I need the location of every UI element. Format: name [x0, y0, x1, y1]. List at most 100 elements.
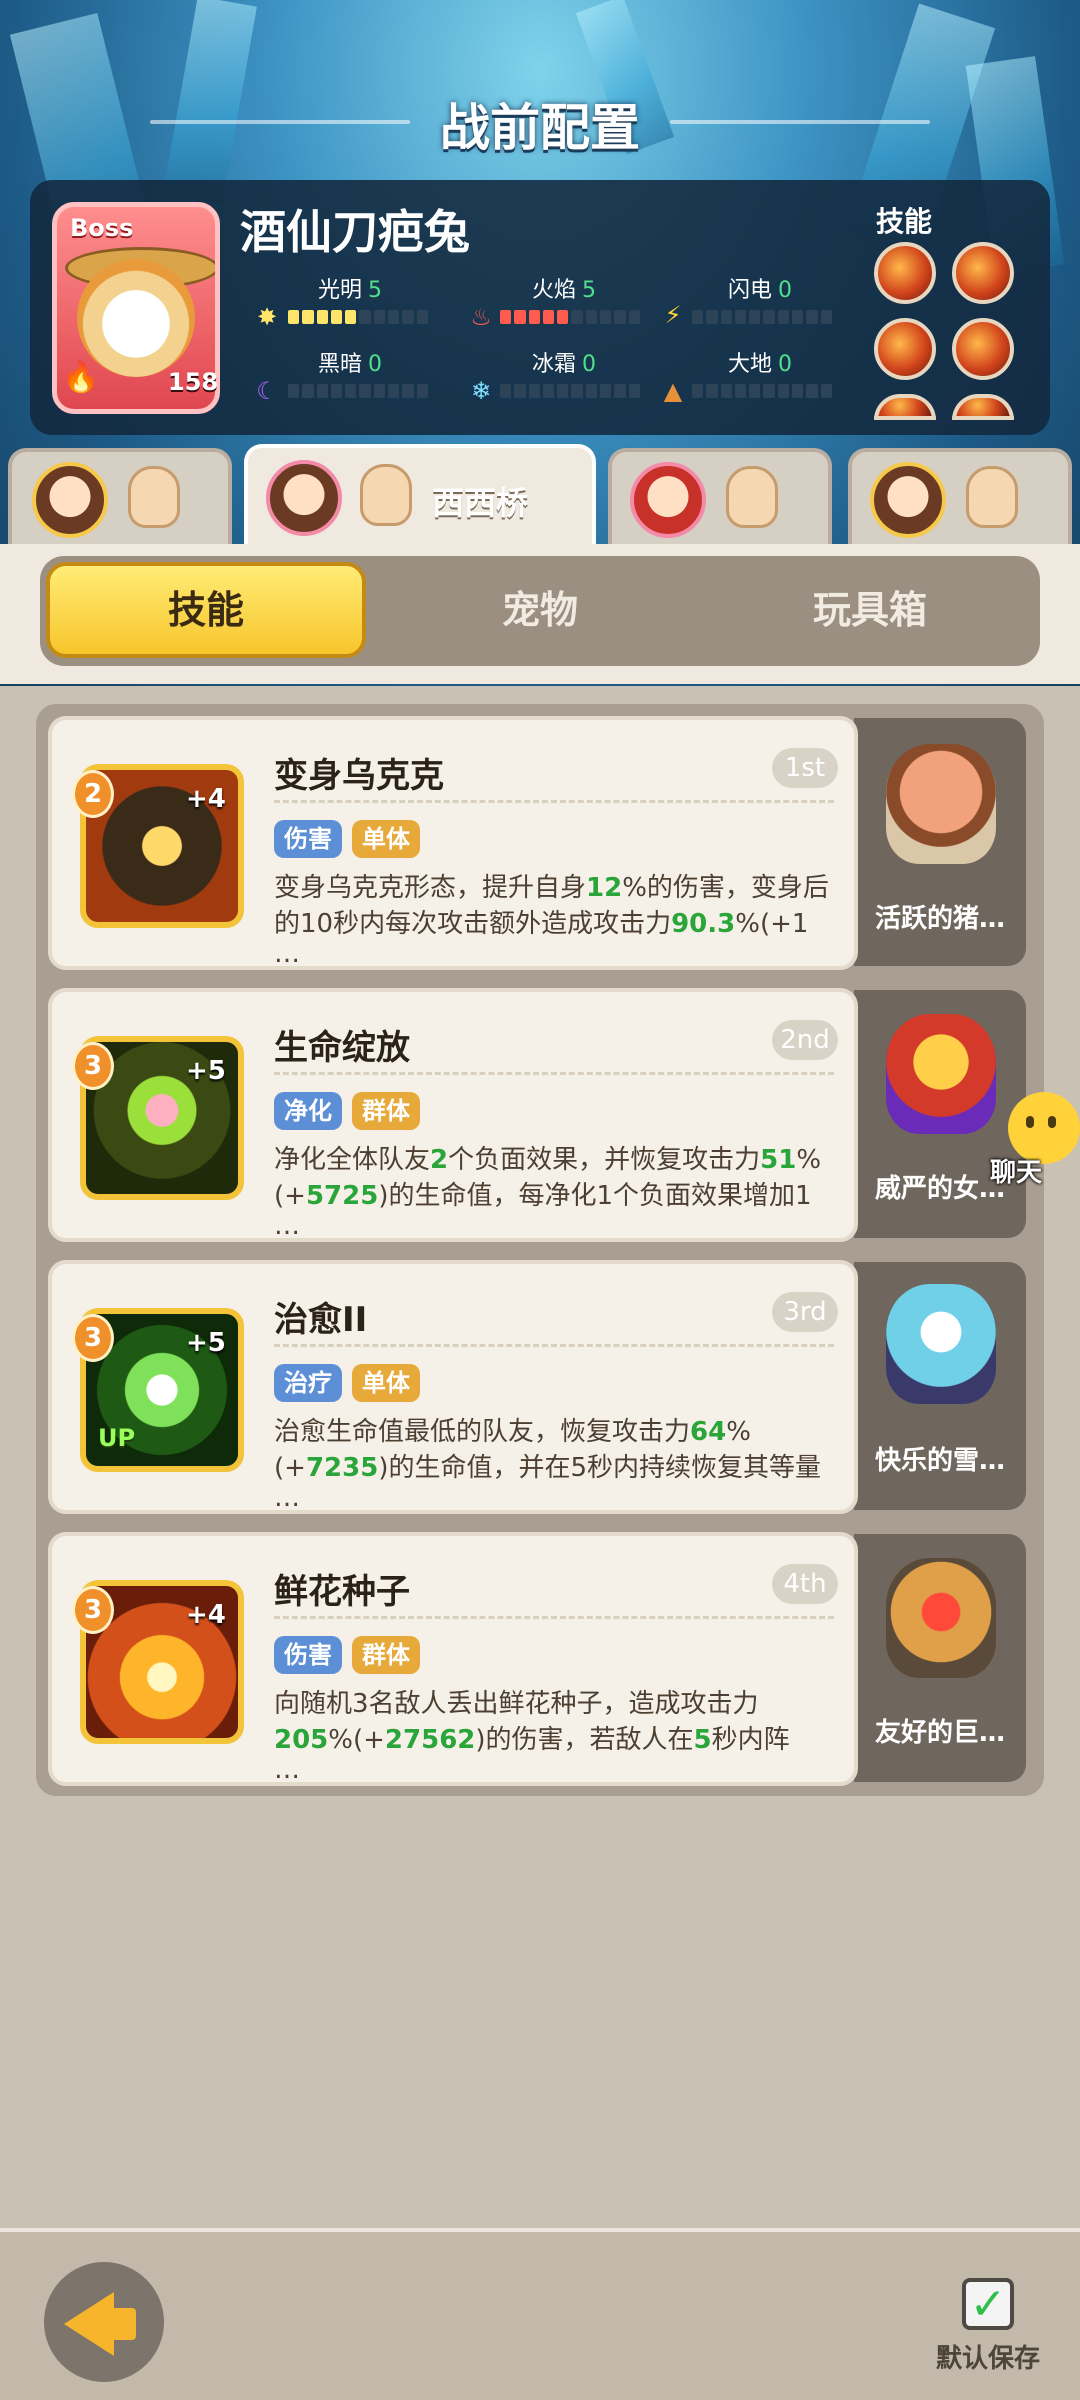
tab-skills[interactable]: 技能: [46, 562, 366, 658]
element-value: 5: [368, 278, 383, 303]
element-label: 火焰: [532, 278, 577, 303]
desc-text: %(+: [328, 1725, 385, 1755]
skill-plus: +5: [186, 1328, 226, 1358]
pointing-hand-icon: [966, 466, 1018, 528]
element-stat-earth: 大地 0: [728, 346, 792, 378]
desc-value: 27562: [384, 1725, 476, 1755]
element-bar-light: [288, 310, 428, 324]
desc-text: 变身乌克克形态，提升自身: [274, 873, 587, 903]
element-value: 0: [582, 352, 597, 377]
chat-label[interactable]: 聊天: [990, 1152, 1042, 1189]
back-arrow-icon: [64, 2292, 114, 2356]
boss-skill-orb-2[interactable]: [952, 242, 1014, 304]
element-bar-earth: [692, 384, 832, 398]
chat-eye-right: [1048, 1116, 1056, 1128]
team-slot-1[interactable]: [8, 448, 232, 546]
boss-badge: Boss: [70, 214, 134, 242]
giant-pet-icon: [886, 1558, 996, 1678]
desc-ellipsis: …: [274, 1211, 300, 1241]
boss-skill-orb-1[interactable]: [874, 242, 936, 304]
desc-value: 90.3: [671, 909, 736, 939]
desc-text: )的生命值，每净化1个负面效果增加1: [378, 1181, 812, 1211]
desc-text: 向随机3名敌人丢出鲜花种子，造成攻击力: [274, 1689, 759, 1719]
snowflake-icon: ❄: [470, 377, 492, 405]
skill-tags: 伤害 单体: [274, 820, 420, 858]
mountain-icon: ▲: [663, 377, 683, 405]
skill-level-badge: 3: [72, 1314, 114, 1362]
skill-description: 净化全体队友2个负面效果，并恢复攻击力51%(+5725)的生命值，每净化1个负…: [274, 1142, 834, 1214]
skill-tag: 单体: [352, 820, 420, 858]
divider: [274, 800, 834, 803]
desc-text: 净化全体队友: [274, 1145, 431, 1175]
element-stat-dark: 黑暗 0: [318, 346, 382, 378]
element-value: 0: [778, 278, 793, 303]
skill-tags: 治疗 单体: [274, 1364, 420, 1402]
element-stat-fire: 火焰 5: [532, 272, 596, 304]
pet-name: 活跃的猪…: [874, 904, 1005, 934]
desc-text: 治愈生命值最低的队友，恢复攻击力: [274, 1417, 691, 1447]
upgrade-label: UP: [98, 1424, 136, 1452]
active-hero-name: 西西桥: [432, 484, 529, 522]
skill-tag: 群体: [352, 1092, 420, 1130]
boar-pet-icon: [886, 744, 996, 864]
divider: [274, 1616, 834, 1619]
chat-eye-left: [1026, 1116, 1034, 1128]
boss-skill-orb-3[interactable]: [874, 318, 936, 380]
boss-skills-label: 技能: [876, 205, 933, 238]
skill-description: 治愈生命值最低的队友，恢复攻击力64%(+7235)的生命值，并在5秒内持续恢复…: [274, 1414, 834, 1486]
desc-value: 64: [690, 1417, 727, 1447]
skill-tag: 群体: [352, 1636, 420, 1674]
fire-icon: ♨: [470, 303, 492, 331]
team-slot-2-active[interactable]: [244, 444, 596, 550]
skill-plus: +4: [186, 784, 226, 814]
desc-value: 12: [586, 873, 623, 903]
default-save-checkbox[interactable]: ✓: [962, 2278, 1014, 2330]
skill-tag: 净化: [274, 1092, 342, 1130]
skill-name: 生命绽放: [274, 1028, 410, 1068]
hero-avatar: [266, 460, 342, 536]
skill-tags: 伤害 群体: [274, 1636, 420, 1674]
divider: [274, 1072, 834, 1075]
skill-level-badge: 3: [72, 1042, 114, 1090]
skill-name: 治愈II: [274, 1300, 368, 1340]
tab-pets[interactable]: 宠物: [380, 562, 700, 658]
desc-ellipsis: …: [274, 1483, 300, 1513]
pointing-hand-icon: [726, 466, 778, 528]
back-arrow-tail: [108, 2308, 136, 2340]
desc-text: 个负面效果，并恢复攻击力: [448, 1145, 761, 1175]
element-value: 0: [778, 352, 793, 377]
element-label: 大地: [728, 352, 773, 377]
desc-value: 51: [760, 1145, 797, 1175]
default-save-label[interactable]: 默认保存: [936, 2338, 1040, 2375]
skill-tag: 治疗: [274, 1364, 342, 1402]
hero-avatar: [870, 462, 946, 538]
tab-toybox[interactable]: 玩具箱: [710, 562, 1030, 658]
hero-avatar: [32, 462, 108, 538]
boss-skill-orb-4[interactable]: [952, 318, 1014, 380]
desc-value: 5: [693, 1725, 712, 1755]
desc-ellipsis: …: [274, 1755, 300, 1785]
desc-text: )的伤害，若敌人在: [475, 1725, 694, 1755]
element-label: 黑暗: [318, 352, 363, 377]
pet-name: 快乐的雪…: [874, 1446, 1005, 1476]
skill-plus: +4: [186, 1600, 226, 1630]
skill-rank: 1st: [772, 748, 838, 788]
pet-name: 友好的巨…: [874, 1718, 1005, 1748]
skill-rank: 3rd: [772, 1292, 838, 1332]
element-stat-light: 光明 5: [318, 272, 382, 304]
desc-value: 5725: [305, 1181, 379, 1211]
queen-pet-icon: [886, 1014, 996, 1134]
skill-rank: 4th: [772, 1564, 838, 1604]
skill-tags: 净化 群体: [274, 1092, 420, 1130]
boss-name: 酒仙刀疤兔: [240, 205, 470, 259]
element-stat-frost: 冰霜 0: [532, 346, 596, 378]
skill-tag: 伤害: [274, 1636, 342, 1674]
desc-text: %(+1: [735, 909, 809, 939]
hero-avatar: [630, 462, 706, 538]
moon-icon: ☾: [256, 377, 278, 405]
team-slot-4[interactable]: [848, 448, 1072, 546]
skill-level-badge: 3: [72, 1586, 114, 1634]
desc-value: 205: [274, 1725, 329, 1755]
team-slot-3[interactable]: [608, 448, 832, 546]
element-label: 闪电: [728, 278, 773, 303]
